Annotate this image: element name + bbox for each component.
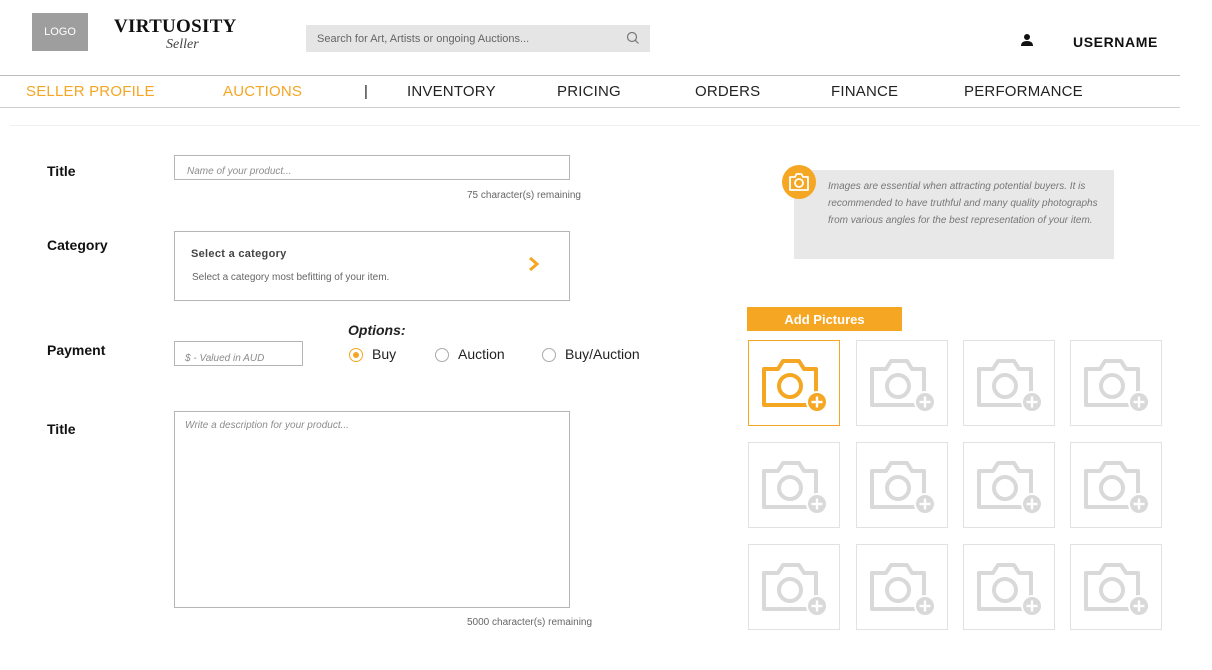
picture-slot[interactable]	[1070, 340, 1162, 426]
category-selector[interactable]	[174, 231, 570, 301]
brand-name: VIRTUOSITY	[114, 16, 237, 37]
picture-slot[interactable]	[963, 442, 1055, 528]
nav-auctions[interactable]: AUCTIONS	[223, 83, 302, 100]
camera-add-icon	[762, 461, 828, 515]
payment-label: Payment	[47, 342, 106, 358]
logo[interactable]: LOGO	[32, 13, 88, 51]
nav-divider	[0, 107, 1180, 108]
radio-auction-label[interactable]: Auction	[458, 346, 505, 362]
description-char-count: 5000 character(s) remaining	[467, 617, 593, 628]
title-input[interactable]	[187, 166, 557, 177]
camera-add-icon	[977, 461, 1043, 515]
radio-buy[interactable]	[349, 348, 363, 362]
picture-slot[interactable]	[856, 442, 948, 528]
camera-add-icon	[1084, 461, 1150, 515]
section-divider	[10, 125, 1200, 126]
payment-field	[174, 341, 303, 366]
radio-buy-auction-label[interactable]: Buy/Auction	[565, 346, 640, 362]
nav-finance[interactable]: FINANCE	[831, 83, 898, 100]
camera-add-icon	[870, 359, 936, 413]
camera-add-icon	[1084, 359, 1150, 413]
brand-subtitle: Seller	[166, 37, 199, 52]
description-label: Title	[47, 421, 76, 437]
camera-add-icon	[1084, 563, 1150, 617]
image-tip-box: Images are essential when attracting pot…	[794, 170, 1114, 259]
camera-add-icon	[870, 461, 936, 515]
nav-seller-profile[interactable]: SELLER PROFILE	[26, 83, 155, 100]
camera-icon	[782, 165, 816, 199]
description-field	[174, 411, 570, 608]
title-label: Title	[47, 163, 76, 179]
picture-slot[interactable]	[856, 544, 948, 630]
options-label: Options:	[348, 322, 406, 338]
title-char-count: 75 character(s) remaining	[467, 190, 581, 201]
search-bar	[306, 25, 650, 52]
category-description: Select a category most befitting of your…	[192, 272, 390, 283]
radio-buy-label[interactable]: Buy	[372, 346, 396, 362]
camera-add-icon	[977, 359, 1043, 413]
camera-add-icon	[762, 563, 828, 617]
camera-add-icon	[870, 563, 936, 617]
picture-slot[interactable]	[1070, 544, 1162, 630]
picture-slot[interactable]	[748, 544, 840, 630]
add-picture-slot[interactable]	[748, 340, 840, 426]
nav-separator: |	[364, 83, 369, 100]
description-textarea[interactable]	[185, 420, 559, 600]
radio-auction[interactable]	[435, 348, 449, 362]
add-pictures-button[interactable]: Add Pictures	[747, 307, 902, 331]
nav-performance[interactable]: PERFORMANCE	[964, 83, 1083, 100]
category-label: Category	[47, 237, 108, 253]
search-icon[interactable]	[626, 31, 640, 50]
picture-slot[interactable]	[1070, 442, 1162, 528]
header-divider	[0, 75, 1180, 76]
picture-slot[interactable]	[963, 544, 1055, 630]
user-icon[interactable]	[1020, 33, 1034, 52]
nav-inventory[interactable]: INVENTORY	[407, 83, 496, 100]
payment-input[interactable]	[185, 353, 292, 364]
nav-pricing[interactable]: PRICING	[557, 83, 621, 100]
picture-slot[interactable]	[748, 442, 840, 528]
picture-slot[interactable]	[963, 340, 1055, 426]
search-input[interactable]	[315, 31, 620, 46]
chevron-right-icon[interactable]	[528, 256, 540, 277]
category-title: Select a category	[191, 248, 287, 260]
radio-buy-auction[interactable]	[542, 348, 556, 362]
title-field	[174, 155, 570, 180]
username[interactable]: USERNAME	[1073, 34, 1158, 50]
nav-orders[interactable]: ORDERS	[695, 83, 760, 100]
camera-add-icon	[977, 563, 1043, 617]
camera-add-icon	[762, 359, 828, 413]
image-tip-text: Images are essential when attracting pot…	[828, 181, 1098, 226]
picture-slot[interactable]	[856, 340, 948, 426]
